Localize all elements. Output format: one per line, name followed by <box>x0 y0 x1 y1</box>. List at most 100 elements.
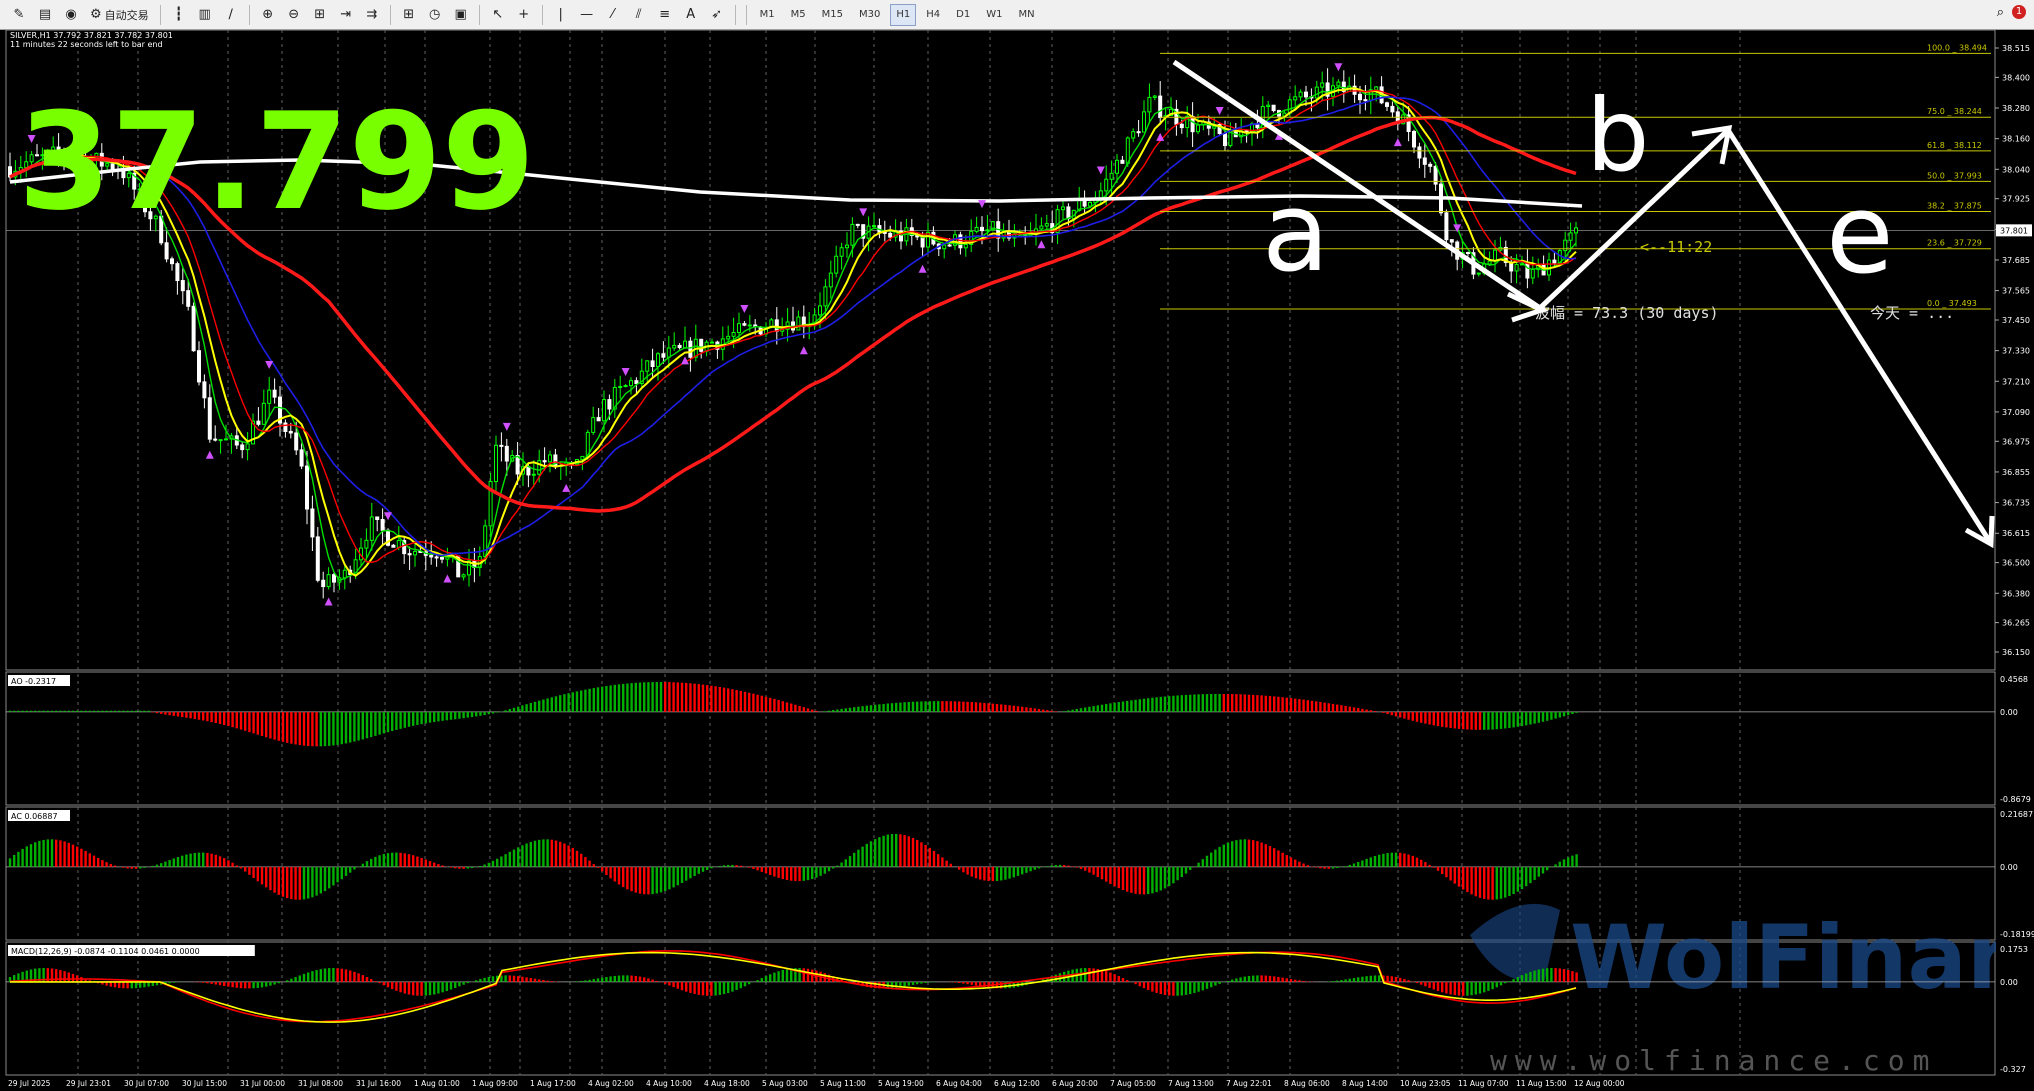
candle-body <box>326 574 331 588</box>
candle-body <box>839 247 844 257</box>
zoom-in-button[interactable]: ⊕ <box>257 4 279 26</box>
toolbar-separator <box>389 4 391 25</box>
chart-shift-button[interactable]: ⇥ <box>335 4 357 26</box>
time-axis-label: 1 Aug 17:00 <box>530 1079 576 1088</box>
candle-body <box>699 338 704 352</box>
market-watch-icon: ▤ <box>38 7 52 22</box>
time-axis-label: 7 Aug 22:01 <box>1226 1079 1272 1088</box>
time-axis-label: 7 Aug 05:00 <box>1110 1079 1156 1088</box>
candle-body <box>920 236 925 248</box>
timeframe-m30[interactable]: M30 <box>853 4 886 26</box>
timeframe-mn[interactable]: MN <box>1012 4 1040 26</box>
candle-body <box>1039 225 1044 230</box>
time-axis-label: 4 Aug 02:00 <box>588 1079 634 1088</box>
timeframe-m1[interactable]: M1 <box>754 4 781 26</box>
templates-button[interactable]: ▣ <box>450 4 472 26</box>
timeframe-w1[interactable]: W1 <box>980 4 1008 26</box>
timeframe-m5[interactable]: M5 <box>785 4 812 26</box>
line-chart-button[interactable]: ∕ <box>220 4 242 26</box>
fibonacci-icon: ≡ <box>659 7 671 22</box>
price-axis-label: 36.380 <box>2002 589 2030 598</box>
bar-chart-button[interactable]: ┇ <box>168 4 190 26</box>
toolbar-separator <box>478 4 480 25</box>
search-icon[interactable]: ⌕ <box>1997 6 2004 19</box>
autotrading-label: 自动交易 <box>104 8 149 22</box>
toolbar-right: ⌕ 1 <box>1997 5 2026 19</box>
timeframe-h4[interactable]: H4 <box>920 4 946 26</box>
trendline-button[interactable]: ⁄ <box>602 4 624 26</box>
candle-body <box>396 540 401 548</box>
candle-body <box>1158 95 1163 119</box>
zoom-in-icon: ⊕ <box>262 7 274 22</box>
time-axis-label: 31 Jul 08:00 <box>298 1079 343 1088</box>
time-axis-label: 5 Aug 19:00 <box>878 1079 924 1088</box>
candle-body <box>342 569 347 579</box>
candle-body <box>197 350 201 383</box>
arrows-button[interactable]: ➶ <box>706 4 728 26</box>
candle-body <box>596 417 601 422</box>
time-axis-label: 11 Aug 15:00 <box>1516 1079 1567 1088</box>
timeframe-d1[interactable]: D1 <box>950 4 976 26</box>
candle-body <box>710 341 714 344</box>
time-axis-label: 12 Aug 00:00 <box>1574 1079 1625 1088</box>
tile-windows-button[interactable]: ⊞ <box>309 4 331 26</box>
new-order-button[interactable]: ✎ <box>8 4 30 26</box>
toolbar-separator <box>159 4 161 25</box>
indicators-button[interactable]: ⊞ <box>398 4 420 26</box>
candle-body <box>1374 86 1379 91</box>
cursor-button[interactable]: ↖ <box>487 4 509 26</box>
alerts-icon[interactable]: 1 <box>2012 5 2026 19</box>
indicator-axis-zero: 0.00 <box>2000 863 2018 872</box>
candle-body <box>737 323 741 333</box>
fractal-up-arrow <box>265 360 274 369</box>
crosshair-button[interactable]: + <box>513 4 535 26</box>
fractal-down-arrow <box>918 264 927 273</box>
navigator-button[interactable]: ◉ <box>60 4 82 26</box>
navigator-icon: ◉ <box>65 7 77 22</box>
time-axis-label: 5 Aug 03:00 <box>762 1079 808 1088</box>
fractal-up-arrow <box>1334 63 1343 72</box>
text-button[interactable]: A <box>680 4 702 26</box>
candle-body <box>747 324 752 327</box>
candle-body <box>1152 95 1157 98</box>
candle-body <box>1574 227 1578 234</box>
wave-label-e: e <box>1826 170 1894 298</box>
autoscroll-button[interactable]: ⇉ <box>361 4 383 26</box>
market-watch-button[interactable]: ▤ <box>34 4 56 26</box>
candle-body <box>1417 146 1422 159</box>
horizontal-line-button[interactable]: — <box>576 4 598 26</box>
vertical-line-button[interactable]: | <box>550 4 572 26</box>
price-axis-label: 38.515 <box>2002 44 2030 53</box>
timeframe-h1[interactable]: H1 <box>890 3 917 26</box>
candles-icon: ▥ <box>198 7 211 22</box>
indicator-axis-min: -0.327 <box>2000 1065 2026 1074</box>
periods-button[interactable]: ◷ <box>424 4 446 26</box>
candle-body <box>261 402 266 425</box>
time-axis-label: 31 Jul 16:00 <box>356 1079 401 1088</box>
candle-body <box>1120 159 1125 164</box>
candle-body <box>369 516 374 541</box>
candle-body <box>531 473 536 476</box>
candle-body <box>1147 96 1152 113</box>
candle-body <box>218 439 223 442</box>
equidistant-channel-button[interactable]: ⫽ <box>628 4 650 26</box>
candle-body <box>1293 96 1298 101</box>
candle-body <box>942 244 947 250</box>
price-axis-label: 36.265 <box>2002 619 2030 628</box>
candle-body <box>958 234 963 249</box>
price-axis-label: 37.330 <box>2002 347 2030 356</box>
price-chart[interactable]: WolFinance www.wolfinance.com 100.0 _ 38.… <box>0 30 2034 1091</box>
candle-body <box>1363 99 1368 102</box>
autotrading-button-button[interactable]: ⚙ 自动交易 <box>86 4 153 26</box>
time-axis-label: 1 Aug 09:00 <box>472 1079 518 1088</box>
today-label: 今天 = ... <box>1870 304 1954 322</box>
timeframe-m15[interactable]: M15 <box>816 4 849 26</box>
candles-button[interactable]: ▥ <box>194 4 216 26</box>
candle-body <box>240 444 245 451</box>
candle-body <box>213 438 218 441</box>
fibonacci-button[interactable]: ≡ <box>654 4 676 26</box>
indicator-axis-min: -0.18199 <box>2000 930 2034 939</box>
zoom-out-button[interactable]: ⊖ <box>283 4 305 26</box>
fractal-down-arrow <box>443 574 452 583</box>
candle-body <box>623 385 628 388</box>
